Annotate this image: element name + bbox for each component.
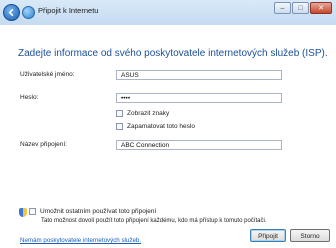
allow-sharing-description: Tato možnost dovolí použít toto připojen…: [41, 218, 267, 224]
remember-password-label: Zapamatovat toto heslo: [127, 123, 195, 130]
show-characters-checkbox[interactable]: Zobrazit znaky: [116, 110, 169, 117]
cancel-button[interactable]: Storno: [290, 229, 330, 242]
password-label: Heslo:: [20, 94, 39, 101]
allow-sharing-label: Umožnit ostatním používat toto připojení: [40, 208, 157, 215]
title-bar: Připojit k Internetu – □ ✕: [0, 0, 336, 25]
back-arrow-icon: [8, 8, 14, 17]
window-title: Připojit k Internetu: [38, 6, 99, 15]
allow-sharing-checkbox[interactable]: Umožnit ostatním používat toto připojení: [29, 208, 156, 215]
globe-icon: [22, 6, 35, 19]
close-icon: ✕: [318, 4, 324, 12]
shield-icon: [19, 208, 27, 217]
username-field[interactable]: ASUS: [116, 70, 282, 80]
allow-sharing-box[interactable]: [29, 208, 36, 215]
maximize-button[interactable]: □: [292, 2, 309, 14]
username-label: Uživatelské jméno:: [20, 71, 75, 78]
back-button[interactable]: [3, 4, 20, 21]
close-button[interactable]: ✕: [310, 2, 332, 14]
minimize-button[interactable]: –: [274, 2, 291, 14]
remember-password-box[interactable]: [116, 123, 123, 130]
connection-name-field[interactable]: ABC Connection: [116, 140, 282, 150]
page-heading: Zadejte informace od svého poskytovatele…: [18, 48, 328, 59]
show-characters-box[interactable]: [116, 110, 123, 117]
password-field[interactable]: ••••: [116, 93, 282, 103]
minimize-icon: –: [280, 4, 285, 12]
show-characters-label: Zobrazit znaky: [127, 110, 170, 117]
maximize-icon: □: [298, 4, 303, 12]
window-controls: – □ ✕: [274, 2, 332, 14]
connection-name-label: Název připojení:: [20, 141, 67, 148]
remember-password-checkbox[interactable]: Zapamatovat toto heslo: [116, 123, 195, 130]
connect-to-internet-window: Připojit k Internetu – □ ✕ Zadejte infor…: [0, 0, 336, 248]
no-isp-link[interactable]: Nemám poskytovatele internetových služeb…: [20, 237, 141, 244]
connect-button[interactable]: Připojit: [250, 229, 286, 242]
